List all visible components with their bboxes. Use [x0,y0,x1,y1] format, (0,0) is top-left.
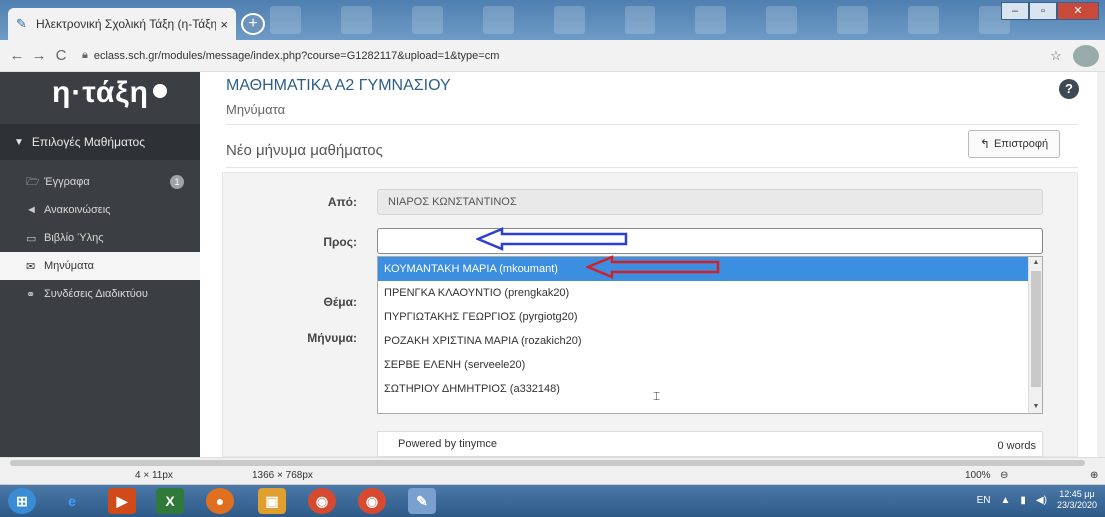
dropdown-scrollbar[interactable]: ▲ ▼ [1028,257,1042,413]
documents-count-badge: 1 [170,175,184,189]
course-sidebar: η·τάξη ▼ Επιλογές Μαθήματος 🗁 Έγγραφα 1 … [0,72,200,457]
site-favicon-icon: ✎ [16,16,27,31]
back-nav-icon[interactable]: ← [6,47,28,64]
from-field: ΝΙΑΡΟΣ ΚΩΝΣΤΑΝΤΙΝΟΣ [377,189,1043,215]
sidebar-item-messages[interactable]: ✉ Μηνύματα [0,252,200,280]
sidebar-item-links[interactable]: ⚭ Συνδέσεις Διαδικτύου [0,280,200,308]
reload-icon[interactable]: C [50,47,72,64]
page-horizontal-scrollbar[interactable] [0,457,1105,467]
sidebar-item-documents[interactable]: 🗁 Έγγραφα 1 [0,168,200,196]
window-controls: – ▫ ✕ [1001,2,1099,20]
sidebar-item-label: Βιβλίο Ύλης [44,232,104,244]
sidebar-item-announcements[interactable]: ◄ Ανακοινώσεις [0,196,200,224]
zoom-out-icon[interactable]: ⊖ [1000,470,1008,481]
recipient-option[interactable]: ΣΩΤΗΡΙΟΥ ΔΗΜΗΤΡΙΟΣ (a332148) [378,377,1042,401]
chevron-down-icon: ▼ [14,136,24,148]
editor-powered-by[interactable]: Powered by tinymce [398,438,497,450]
link-icon: ⚭ [26,288,36,301]
tray-arrow-icon[interactable]: ▲ [1001,495,1011,506]
zoom-in-icon[interactable]: ⊕ [1090,470,1098,481]
course-title[interactable]: ΜΑΘΗΜΑΤΙΚΑ Α2 ΓΥΜΝΑΣΙΟΥ [226,77,451,95]
selection-size: 4 × 11px [135,470,173,481]
new-message-form: Από: ΝΙΑΡΟΣ ΚΩΝΣΤΑΝΤΙΝΟΣ Προς: Θέμα: Μήν… [222,172,1078,457]
scroll-up-icon[interactable]: ▲ [1029,257,1042,269]
subject-label: Θέμα: [323,295,357,309]
sidebar-item-label: Συνδέσεις Διαδικτύου [44,288,148,300]
recipients-dropdown: ΚΟΥΜΑΝΤΑΚΗ ΜΑΡΙΑ (mkoumant) ΠΡΕΝΓΚΑ ΚΛΑΟ… [377,256,1043,414]
envelope-icon: ✉ [26,260,36,273]
megaphone-icon: ◄ [26,204,37,216]
word-count: 0 words [997,440,1036,452]
browser-tab-bar: ✎ Ηλεκτρονική Σχολική Τάξη (η-Τάξη) × + … [0,0,1105,40]
from-label: Από: [327,195,357,209]
sidebar-item-label: Μηνύματα [44,260,95,272]
tab-close-icon[interactable]: × [220,17,228,32]
blue-arrow-annotation-icon [476,227,628,251]
course-options-label: Επιλογές Μαθήματος [31,135,145,149]
return-button-label: Επιστροφή [993,138,1049,150]
recipient-option[interactable]: ΠΥΡΓΙΩΤΑΚΗΣ ΓΕΩΡΓΙΟΣ (pyrgiotg20) [378,305,1042,329]
close-window-button[interactable]: ✕ [1057,2,1099,20]
text-cursor-icon: ⌶ [653,389,661,403]
media-player-icon[interactable]: ▶ [108,488,136,514]
system-tray: EN ▲ ▮ ◀) 12:45 μμ 23/3/2020 [977,489,1097,511]
calendar-icon: ▭ [26,232,37,245]
folder-app-icon[interactable]: ▣ [258,488,286,514]
chrome-icon-2[interactable]: ◉ [358,488,386,514]
url-field[interactable]: eclass.sch.gr/modules/message/index.php?… [94,50,1045,62]
folder-icon: 🗁 [26,175,40,188]
divider [226,124,1078,125]
bookmark-star-icon[interactable]: ☆ [1045,48,1067,64]
paint-icon[interactable]: ✎ [408,488,436,514]
scrollbar-thumb[interactable] [1031,271,1041,387]
scroll-down-icon[interactable]: ▼ [1029,401,1042,413]
recipient-option[interactable]: ΡΟΖΑΚΗ ΧΡΙΣΤΙΝΑ ΜΑΡΙΑ (rozakich20) [378,329,1042,353]
page-subtitle: Μηνύματα [226,102,286,117]
sidebar-item-label: Ανακοινώσεις [44,204,111,216]
sidebar-item-syllabus[interactable]: ▭ Βιβλίο Ύλης [0,224,200,252]
new-tab-button[interactable]: + [241,13,265,35]
help-icon[interactable]: ? [1059,79,1079,99]
window-status-bar: 4 × 11px 1366 × 768px 100% ⊖ ⊕ [0,467,1105,485]
address-bar: ← → C 🔒︎ eclass.sch.gr/modules/message/i… [0,40,1105,72]
minimize-button[interactable]: – [1001,2,1029,20]
forward-nav-icon[interactable]: → [28,47,50,64]
windows-taskbar: ⊞ e ▶ X ● ▣ ◉ ◉ ✎ EN ▲ ▮ ◀) 12:45 μμ 23/… [0,485,1105,517]
page-vertical-scrollbar[interactable] [1097,72,1105,457]
red-arrow-annotation-icon [586,255,720,279]
to-label: Προς: [323,235,357,249]
eclass-logo[interactable]: η·τάξη [52,76,167,110]
internet-explorer-icon[interactable]: e [58,488,86,514]
volume-icon[interactable]: ◀) [1036,495,1047,506]
firefox-icon[interactable]: ● [206,488,234,514]
excel-icon[interactable]: X [156,488,184,514]
background-thumbnails [270,6,1010,36]
sidebar-list: 🗁 Έγγραφα 1 ◄ Ανακοινώσεις ▭ Βιβλίο Ύλης… [0,168,200,308]
language-indicator[interactable]: EN [977,495,991,506]
scrollbar-thumb[interactable] [10,460,1085,466]
zoom-level: 100% [965,470,991,481]
course-options-header[interactable]: ▼ Επιλογές Μαθήματος [0,124,200,160]
message-label: Μήνυμα: [307,331,357,345]
sidebar-item-label: Έγγραφα [44,176,90,188]
start-button-icon[interactable]: ⊞ [8,488,36,514]
screen-size: 1366 × 768px [252,470,313,481]
lock-icon: 🔒︎ [82,49,88,61]
main-content: ΜΑΘΗΜΑΤΙΚΑ Α2 ΓΥΜΝΑΣΙΟΥ Μηνύματα ? Νέο μ… [200,72,1105,457]
recipient-option[interactable]: ΠΡΕΝΓΚΑ ΚΛΑΟΥΝΤΙΟ (prengkak20) [378,281,1042,305]
return-button[interactable]: ↰ Επιστροφή [968,130,1060,158]
recipient-option[interactable]: ΣΕΡΒΕ ΕΛΕΝΗ (serveele20) [378,353,1042,377]
extension-avatar-icon[interactable] [1073,44,1099,67]
tab-title: Ηλεκτρονική Σχολική Τάξη (η-Τάξη) [36,17,217,31]
editor-status-bar: Powered by tinymce 0 words [377,431,1043,457]
network-icon[interactable]: ▮ [1020,495,1026,506]
section-title: Νέο μήνυμα μαθήματος [226,142,383,159]
chrome-icon[interactable]: ◉ [308,488,336,514]
browser-tab[interactable]: ✎ Ηλεκτρονική Σχολική Τάξη (η-Τάξη) × [8,8,236,40]
reply-arrow-icon: ↰ [979,137,990,151]
system-clock[interactable]: 12:45 μμ 23/3/2020 [1057,489,1097,511]
divider [226,167,1078,168]
maximize-button[interactable]: ▫ [1029,2,1057,20]
